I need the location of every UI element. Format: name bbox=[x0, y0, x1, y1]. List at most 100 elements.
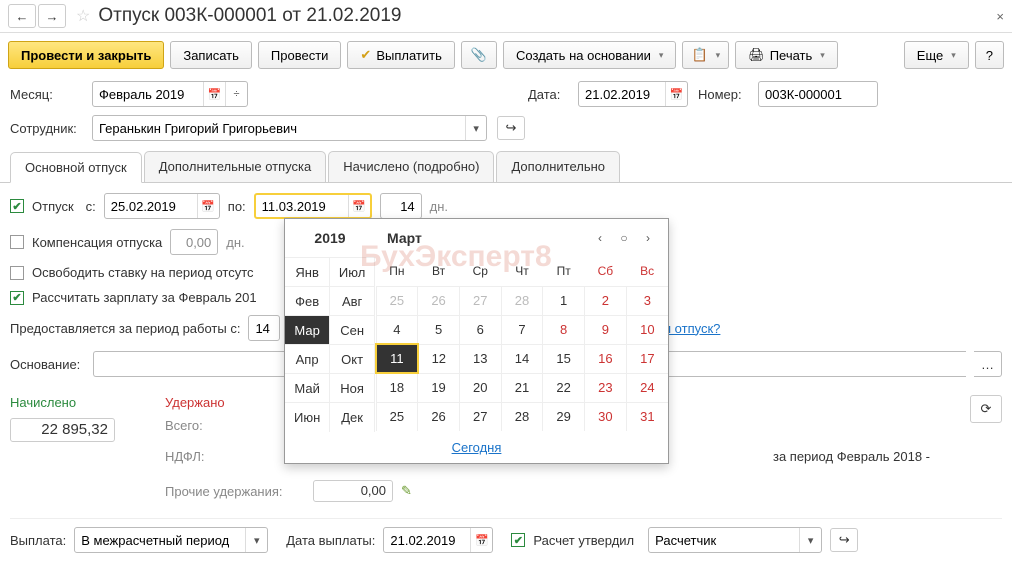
day-cell[interactable]: 27 bbox=[459, 286, 501, 315]
day-cell[interactable]: 23 bbox=[585, 373, 627, 402]
more-button[interactable]: Еще bbox=[904, 41, 969, 69]
day-cell[interactable]: 9 bbox=[585, 315, 627, 344]
month-cell[interactable]: Апр bbox=[285, 345, 330, 374]
day-cell[interactable]: 22 bbox=[543, 373, 585, 402]
calendar-icon[interactable]: 📅 bbox=[203, 82, 225, 106]
month-cell[interactable]: Фев bbox=[285, 287, 330, 316]
dropdown-icon[interactable]: ▾ bbox=[245, 528, 267, 552]
period-input[interactable] bbox=[248, 315, 280, 341]
month-cell[interactable]: Сен bbox=[330, 316, 375, 345]
day-cell[interactable]: 20 bbox=[459, 373, 501, 402]
day-cell[interactable]: 1 bbox=[543, 286, 585, 315]
help-button[interactable]: ? bbox=[975, 41, 1004, 69]
day-cell[interactable]: 25 bbox=[376, 286, 418, 315]
day-cell[interactable]: 28 bbox=[501, 286, 543, 315]
calendar-icon[interactable]: 📅 bbox=[197, 194, 219, 218]
date-from-input[interactable]: 📅 bbox=[104, 193, 220, 219]
day-cell[interactable]: 7 bbox=[501, 315, 543, 344]
day-cell[interactable]: 14 bbox=[501, 344, 543, 373]
dropdown-icon[interactable]: ▾ bbox=[465, 116, 486, 140]
day-cell[interactable]: 17 bbox=[626, 344, 668, 373]
day-cell[interactable]: 26 bbox=[418, 402, 460, 431]
payout-select[interactable]: ▾ bbox=[74, 527, 268, 553]
day-cell[interactable]: 27 bbox=[459, 402, 501, 431]
dropdown-icon[interactable]: ▾ bbox=[799, 528, 821, 552]
day-cell[interactable]: 29 bbox=[543, 402, 585, 431]
month-cell[interactable]: Май bbox=[285, 374, 330, 403]
day-cell[interactable]: 2 bbox=[585, 286, 627, 315]
calendar-icon[interactable]: 📅 bbox=[348, 195, 370, 217]
month-cell[interactable]: Мар bbox=[285, 316, 330, 345]
approver-input[interactable]: ▾ bbox=[648, 527, 822, 553]
tab-calculated[interactable]: Начислено (подробно) bbox=[328, 151, 494, 182]
day-cell[interactable]: 18 bbox=[376, 373, 418, 402]
close-icon[interactable]: × bbox=[996, 9, 1004, 24]
day-cell[interactable]: 13 bbox=[459, 344, 501, 373]
forward-button[interactable]: → bbox=[38, 4, 66, 28]
day-cell[interactable]: 10 bbox=[626, 315, 668, 344]
date-to-input[interactable]: 📅 bbox=[254, 193, 372, 219]
day-cell[interactable]: 28 bbox=[501, 402, 543, 431]
month-input[interactable]: 📅 ÷ bbox=[92, 81, 248, 107]
month-cell[interactable]: Окт bbox=[330, 345, 375, 374]
day-cell[interactable]: 6 bbox=[459, 315, 501, 344]
day-cell[interactable]: 26 bbox=[418, 286, 460, 315]
favorite-icon[interactable]: ☆ bbox=[76, 6, 90, 26]
tab-extra[interactable]: Дополнительно bbox=[496, 151, 620, 182]
month-cell[interactable]: Дек bbox=[330, 403, 375, 432]
day-cell[interactable]: 11 bbox=[376, 344, 418, 373]
approver-open-button[interactable]: ↪ bbox=[830, 528, 858, 552]
save-button[interactable]: Записать bbox=[170, 41, 252, 69]
calc-checkbox[interactable]: ✔ bbox=[10, 291, 24, 305]
day-cell[interactable]: 25 bbox=[376, 402, 418, 431]
tab-additional[interactable]: Дополнительные отпуска bbox=[144, 151, 327, 182]
days-input[interactable] bbox=[380, 193, 422, 219]
day-cell[interactable]: 3 bbox=[626, 286, 668, 315]
month-cell[interactable]: Янв bbox=[285, 258, 330, 287]
create-based-button[interactable]: Создать на основании bbox=[503, 41, 676, 69]
day-cell[interactable]: 21 bbox=[501, 373, 543, 402]
approved-checkbox[interactable]: ✔ bbox=[511, 533, 525, 547]
day-cell[interactable]: 24 bbox=[626, 373, 668, 402]
cal-home-icon[interactable]: ○ bbox=[614, 231, 634, 245]
post-button[interactable]: Провести bbox=[258, 41, 342, 69]
day-cell[interactable]: 30 bbox=[585, 402, 627, 431]
today-link[interactable]: Сегодня bbox=[452, 440, 502, 455]
ellipsis-button[interactable]: … bbox=[974, 351, 1002, 377]
day-cell[interactable]: 15 bbox=[543, 344, 585, 373]
comp-checkbox[interactable] bbox=[10, 235, 24, 249]
month-cell[interactable]: Июл bbox=[330, 258, 375, 287]
cal-prev-icon[interactable]: ‹ bbox=[590, 231, 610, 245]
refresh-button[interactable]: ⟳ bbox=[970, 395, 1002, 423]
attach-button[interactable]: 📎 bbox=[461, 41, 497, 69]
calendar-popup[interactable]: 2019 Март ‹ ○ › ЯнвИюлФевАвгМарСенАпрОкт… bbox=[284, 218, 669, 464]
month-cell[interactable]: Авг bbox=[330, 287, 375, 316]
day-cell[interactable]: 4 bbox=[376, 315, 418, 344]
day-cell[interactable]: 19 bbox=[418, 373, 460, 402]
day-cell[interactable]: 31 bbox=[626, 402, 668, 431]
comp-input[interactable] bbox=[170, 229, 218, 255]
number-input[interactable] bbox=[758, 81, 878, 107]
day-cell[interactable]: 12 bbox=[418, 344, 460, 373]
post-close-button[interactable]: Провести и закрыть bbox=[8, 41, 164, 69]
stepper-icon[interactable]: ÷ bbox=[225, 82, 247, 106]
calendar-year[interactable]: 2019 bbox=[285, 219, 375, 257]
release-checkbox[interactable] bbox=[10, 266, 24, 280]
employee-open-button[interactable]: ↪ bbox=[497, 116, 525, 140]
employee-input[interactable]: ▾ bbox=[92, 115, 487, 141]
cal-next-icon[interactable]: › bbox=[638, 231, 658, 245]
day-cell[interactable]: 16 bbox=[585, 344, 627, 373]
month-cell[interactable]: Ноя bbox=[330, 374, 375, 403]
calendar-icon[interactable]: 📅 bbox=[665, 82, 687, 106]
back-button[interactable]: ← bbox=[8, 4, 36, 28]
day-cell[interactable]: 8 bbox=[543, 315, 585, 344]
vacation-checkbox[interactable]: ✔ bbox=[10, 199, 24, 213]
calendar-icon[interactable]: 📅 bbox=[470, 528, 492, 552]
pay-button[interactable]: ✔Выплатить bbox=[347, 41, 454, 69]
edit-icon[interactable]: ✎ bbox=[401, 483, 412, 499]
date-input[interactable]: 📅 bbox=[578, 81, 688, 107]
print-button[interactable]: 🖨Печать bbox=[735, 41, 838, 69]
month-cell[interactable]: Июн bbox=[285, 403, 330, 432]
copy-button[interactable]: 📋 bbox=[682, 41, 729, 69]
tab-main[interactable]: Основной отпуск bbox=[10, 152, 142, 183]
